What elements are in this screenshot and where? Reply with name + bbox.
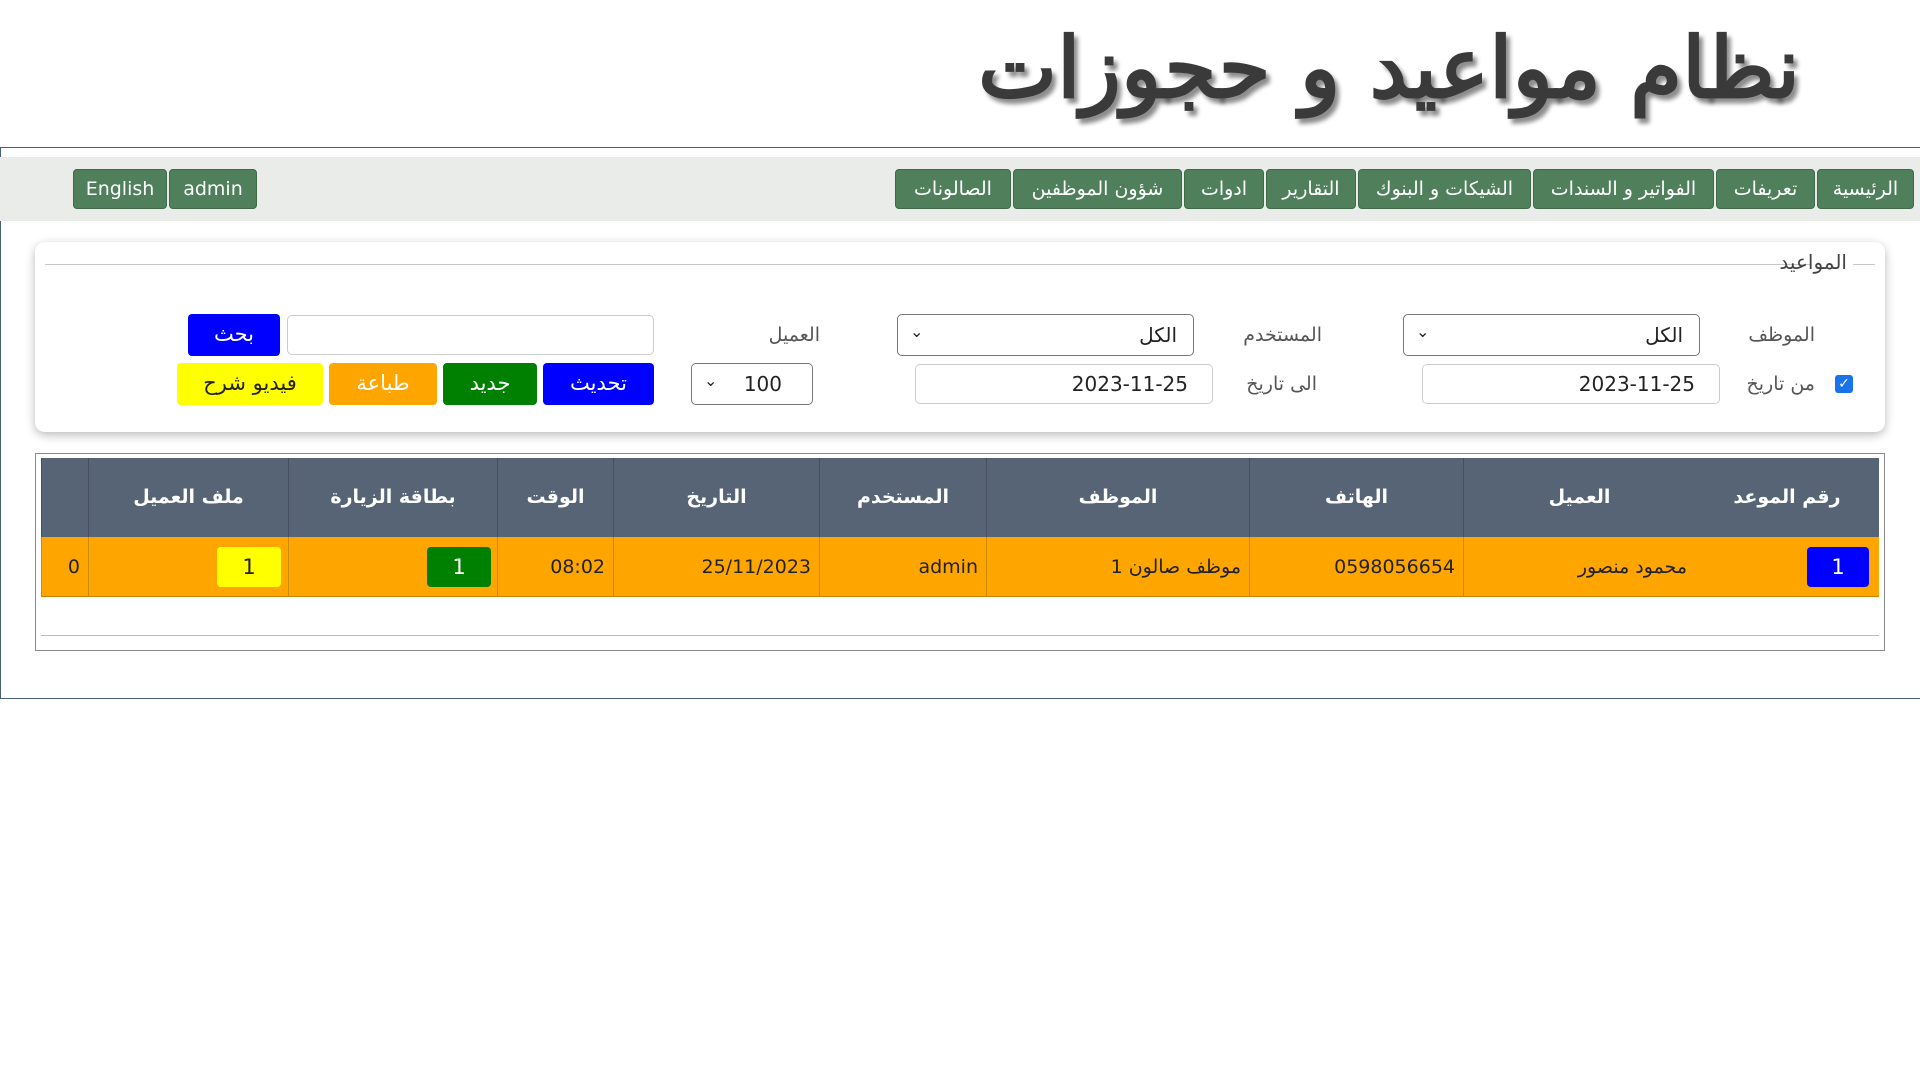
search-button[interactable]: بحث bbox=[188, 314, 280, 356]
table-header: رقم الموعد العميل الهاتف الموظف المستخدم… bbox=[41, 458, 1879, 537]
client-file-badge[interactable]: 1 bbox=[217, 547, 281, 587]
nav-tools-button[interactable]: ادوات bbox=[1184, 169, 1264, 209]
client-label: العميل bbox=[768, 324, 820, 346]
user-select[interactable]: الكل ⌄ bbox=[897, 314, 1194, 356]
table-row[interactable]: 1 محمود منصور 0598056654 موظف صالون 1 ad… bbox=[41, 537, 1879, 597]
user-label: المستخدم bbox=[1243, 324, 1322, 346]
nav-hr-button[interactable]: شؤون الموظفين bbox=[1013, 169, 1182, 209]
cell-date: 25/11/2023 bbox=[613, 537, 819, 597]
to-date-label: الى تاريخ bbox=[1246, 373, 1317, 395]
header-user: المستخدم bbox=[819, 458, 986, 537]
from-date-checkbox[interactable]: ✓ bbox=[1835, 375, 1853, 393]
header-client: العميل bbox=[1463, 458, 1695, 537]
chevron-down-icon: ⌄ bbox=[910, 322, 924, 341]
chevron-down-icon: ⌄ bbox=[1416, 322, 1430, 341]
main-navbar: الرئيسية تعريفات الفواتير و السندات الشي… bbox=[0, 157, 1920, 221]
cell-extra: 0 bbox=[41, 537, 88, 597]
filters-legend: المواعيد bbox=[1779, 250, 1847, 274]
header-visit-card: بطاقة الزيارة bbox=[288, 458, 497, 537]
table-footer-divider bbox=[41, 635, 1879, 636]
visit-card-badge[interactable]: 1 bbox=[427, 547, 491, 587]
video-tutorial-button[interactable]: فيديو شرح bbox=[177, 363, 323, 405]
nav-definitions-button[interactable]: تعريفات bbox=[1716, 169, 1815, 209]
header-date: التاريخ bbox=[613, 458, 819, 537]
cell-appointment-id: 1 bbox=[1695, 537, 1879, 597]
client-search-input[interactable] bbox=[287, 315, 654, 355]
refresh-button[interactable]: تحديث bbox=[543, 363, 654, 405]
to-date-value: 2023-11-25 bbox=[1071, 372, 1188, 396]
from-date-input[interactable]: 2023-11-25 bbox=[1422, 364, 1720, 404]
employee-select[interactable]: الكل ⌄ bbox=[1403, 314, 1700, 356]
nav-salons-button[interactable]: الصالونات bbox=[895, 169, 1011, 209]
appointment-id-badge[interactable]: 1 bbox=[1807, 547, 1869, 587]
cell-user: admin bbox=[819, 537, 986, 597]
nav-cheques-button[interactable]: الشيكات و البنوك bbox=[1358, 169, 1531, 209]
page-size-value: 100 bbox=[743, 372, 782, 396]
nav-invoices-button[interactable]: الفواتير و السندات bbox=[1533, 169, 1714, 209]
employee-select-value: الكل bbox=[1645, 323, 1683, 347]
cell-client-file: 1 bbox=[88, 537, 288, 597]
to-date-input[interactable]: 2023-11-25 bbox=[915, 364, 1213, 404]
cell-visit-card: 1 bbox=[288, 537, 497, 597]
header-employee: الموظف bbox=[986, 458, 1249, 537]
user-admin-button[interactable]: admin bbox=[169, 169, 257, 209]
user-select-value: الكل bbox=[1139, 323, 1177, 347]
cell-phone: 0598056654 bbox=[1249, 537, 1463, 597]
language-english-button[interactable]: English bbox=[73, 169, 167, 209]
page-title: نظام مواعيد و حجوزات bbox=[978, 18, 1800, 117]
chevron-down-icon: ⌄ bbox=[704, 371, 718, 390]
nav-reports-button[interactable]: التقارير bbox=[1266, 169, 1356, 209]
legend-divider-right bbox=[1853, 264, 1875, 265]
header-appointment-id: رقم الموعد bbox=[1733, 486, 1841, 508]
page-size-select[interactable]: 100 ⌄ bbox=[691, 363, 813, 405]
from-date-label: من تاريخ bbox=[1746, 373, 1816, 395]
header-phone: الهاتف bbox=[1249, 458, 1463, 537]
header-time: الوقت bbox=[497, 458, 613, 537]
cell-employee: موظف صالون 1 bbox=[986, 537, 1249, 597]
from-date-value: 2023-11-25 bbox=[1578, 372, 1695, 396]
filters-panel: المواعيد الموظف الكل ⌄ المستخدم الكل ⌄ ا… bbox=[35, 242, 1885, 432]
print-button[interactable]: طباعة bbox=[329, 363, 437, 405]
employee-label: الموظف bbox=[1748, 324, 1815, 346]
cell-client: محمود منصور bbox=[1463, 537, 1695, 597]
cell-time: 08:02 bbox=[497, 537, 613, 597]
new-button[interactable]: جديد bbox=[443, 363, 537, 405]
legend-divider bbox=[45, 264, 1810, 265]
nav-home-button[interactable]: الرئيسية bbox=[1817, 169, 1914, 209]
header-extra bbox=[41, 458, 88, 537]
header-client-file: ملف العميل bbox=[88, 458, 288, 537]
appointments-table: رقم الموعد العميل الهاتف الموظف المستخدم… bbox=[35, 453, 1885, 651]
